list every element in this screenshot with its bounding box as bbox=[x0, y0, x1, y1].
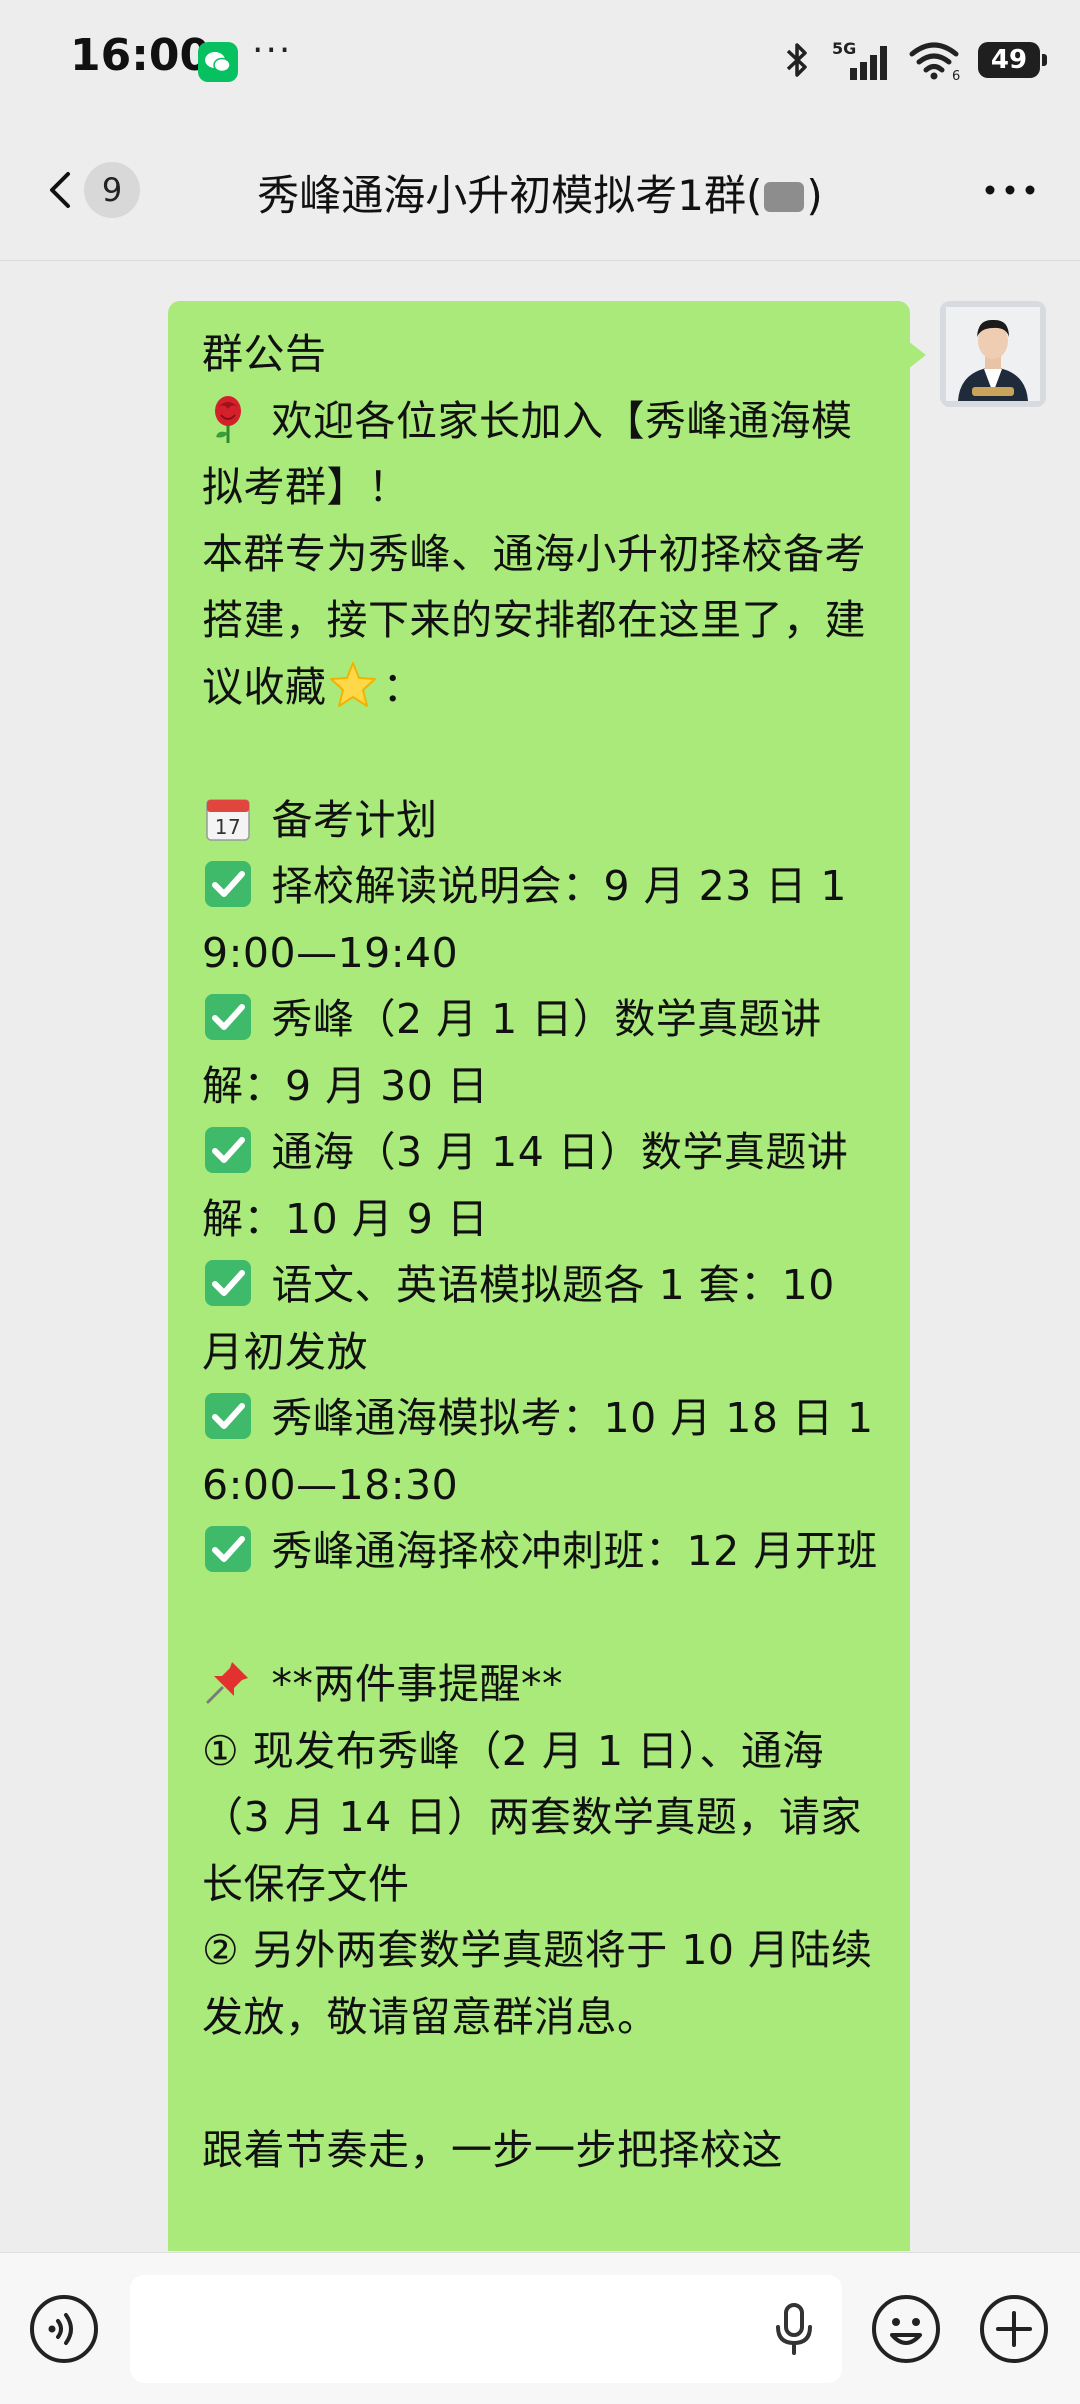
message-line-text: 群公告 bbox=[202, 330, 327, 378]
message-line-text: 跟着节奏走，一步一步把择校这 bbox=[202, 2125, 783, 2174]
message-line: **两件事提醒** bbox=[202, 1651, 880, 1718]
message-line-text: ① 现发布秀峰（2 月 1 日）、通海（3 月 14 日）两套数学真题，请家长保… bbox=[202, 1726, 862, 1908]
wechat-notification-icon bbox=[198, 42, 238, 82]
message-line-text bbox=[202, 2059, 216, 2107]
message-line-text: 秀峰通海择校冲刺班：12 月开班 bbox=[258, 1527, 878, 1575]
message-line: 17 备考计划 bbox=[202, 787, 880, 854]
message-line-text: 欢迎各位家长加入【秀峰通海模拟考群】！ bbox=[202, 396, 853, 512]
signal-5g-icon: 5G bbox=[832, 39, 887, 80]
check-icon bbox=[202, 1390, 254, 1442]
message-line: 欢迎各位家长加入【秀峰通海模拟考群】！ bbox=[202, 388, 880, 521]
sender-avatar[interactable] bbox=[940, 301, 1046, 407]
emoji-button[interactable] bbox=[870, 2293, 942, 2365]
chat-messages-area[interactable]: 群公告 欢迎各位家长加入【秀峰通海模拟考群】！ 本群专为秀峰、通海小升初择校备考搭… bbox=[0, 261, 1080, 2251]
more-functions-button[interactable] bbox=[978, 2293, 1050, 2365]
more-options-icon[interactable] bbox=[980, 170, 1040, 210]
message-input[interactable] bbox=[130, 2275, 842, 2383]
check-icon bbox=[202, 991, 254, 1043]
message-line: 择校解读说明会：9 月 23 日 19:00—19:40 bbox=[202, 853, 880, 986]
message-line: 群公告 bbox=[202, 321, 880, 388]
announcement-message-bubble[interactable]: 群公告 欢迎各位家长加入【秀峰通海模拟考群】！ 本群专为秀峰、通海小升初择校备考搭… bbox=[168, 301, 926, 2251]
message-line: 语文、英语模拟题各 1 套：10 月初发放 bbox=[202, 1252, 880, 1385]
star-icon bbox=[327, 659, 379, 711]
svg-text:17: 17 bbox=[215, 815, 241, 839]
message-line-text: 秀峰（2 月 1 日）数学真题讲解：9 月 30 日 bbox=[202, 995, 822, 1110]
unread-count-badge[interactable]: 9 bbox=[84, 162, 140, 218]
message-line: 秀峰通海择校冲刺班：12 月开班 bbox=[202, 1518, 880, 1585]
back-arrow-icon[interactable] bbox=[40, 170, 80, 210]
message-line-text: 择校解读说明会：9 月 23 日 19:00—19:40 bbox=[202, 862, 848, 977]
chat-header: 9 秀峰通海小升初模拟考1群() bbox=[0, 120, 1080, 261]
more-notifications-indicator: ··· bbox=[252, 30, 293, 71]
chat-title-suffix: ) bbox=[806, 171, 823, 220]
message-line-text bbox=[202, 729, 216, 777]
chat-title: 秀峰通海小升初模拟考1群() bbox=[150, 162, 930, 223]
message-line-text: 备考计划 bbox=[258, 795, 438, 844]
announcement-text: 群公告 欢迎各位家长加入【秀峰通海模拟考群】！ 本群专为秀峰、通海小升初择校备考搭… bbox=[202, 321, 880, 2183]
message-line-text: 语文、英语模拟题各 1 套：10 月初发放 bbox=[202, 1261, 849, 1376]
message-line: 跟着节奏走，一步一步把择校这 bbox=[202, 2117, 880, 2184]
battery-indicator: 49 bbox=[978, 42, 1047, 78]
voice-input-button[interactable] bbox=[28, 2293, 100, 2365]
message-line bbox=[202, 2050, 880, 2117]
rose-icon bbox=[202, 393, 254, 445]
check-icon bbox=[202, 1523, 254, 1575]
pin-icon bbox=[202, 1656, 254, 1708]
message-line-text: 通海（3 月 14 日）数学真题讲解：10 月 9 日 bbox=[202, 1128, 849, 1243]
chat-input-bar bbox=[0, 2252, 1080, 2404]
check-icon bbox=[202, 858, 254, 910]
message-line: 本群专为秀峰、通海小升初择校备考搭建，接下来的安排都在这里了，建议收藏： bbox=[202, 521, 880, 721]
svg-text:5G: 5G bbox=[832, 39, 856, 58]
message-line bbox=[202, 720, 880, 787]
message-line bbox=[202, 1585, 880, 1652]
message-line-text: **两件事提醒** bbox=[258, 1660, 564, 1708]
svg-text:6: 6 bbox=[952, 69, 960, 82]
bluetooth-icon bbox=[786, 43, 807, 77]
status-time: 16:00 bbox=[70, 30, 211, 81]
redacted-member-count bbox=[764, 182, 805, 212]
message-line: 秀峰通海模拟考：10 月 18 日 16:00—18:30 bbox=[202, 1385, 880, 1518]
message-line-text bbox=[202, 1594, 216, 1642]
message-line: ② 另外两套数学真题将于 10 月陆续发放，敬请留意群消息。 bbox=[202, 1917, 880, 2050]
message-line-tail: ： bbox=[382, 662, 424, 711]
microphone-icon[interactable] bbox=[770, 2301, 818, 2357]
message-line: ① 现发布秀峰（2 月 1 日）、通海（3 月 14 日）两套数学真题，请家长保… bbox=[202, 1718, 880, 1918]
message-line: 秀峰（2 月 1 日）数学真题讲解：9 月 30 日 bbox=[202, 986, 880, 1119]
message-line-text: 本群专为秀峰、通海小升初择校备考搭建，接下来的安排都在这里了，建议收藏 bbox=[202, 529, 866, 711]
calendar-icon: 17 bbox=[202, 792, 254, 844]
message-line-text: ② 另外两套数学真题将于 10 月陆续发放，敬请留意群消息。 bbox=[202, 1926, 873, 2041]
message-line-text: 秀峰通海模拟考：10 月 18 日 16:00—18:30 bbox=[202, 1394, 874, 1509]
wifi-icon: 6 bbox=[909, 42, 960, 82]
check-icon bbox=[202, 1257, 254, 1309]
status-bar: 16:00 ··· 5G 6 49 bbox=[0, 0, 1080, 120]
chat-title-text: 秀峰通海小升初模拟考1群( bbox=[257, 171, 763, 220]
status-icons: 5G 6 49 bbox=[780, 36, 1047, 84]
message-line: 通海（3 月 14 日）数学真题讲解：10 月 9 日 bbox=[202, 1119, 880, 1252]
check-icon bbox=[202, 1124, 254, 1176]
